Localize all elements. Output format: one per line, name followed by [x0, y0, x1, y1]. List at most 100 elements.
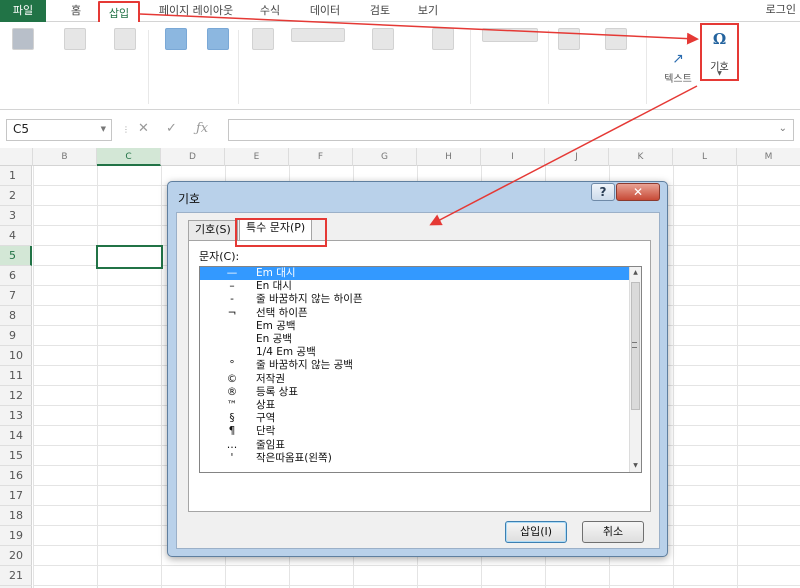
row-header[interactable]: 7	[0, 286, 32, 306]
character-name: 작은따옴표(왼쪽)	[256, 451, 332, 464]
ribbon-apps[interactable]	[205, 28, 231, 53]
ribbon-illustrations[interactable]	[162, 28, 190, 53]
list-item[interactable]: ' 작은따옴표(왼쪽)	[200, 452, 631, 465]
tab-formulas[interactable]: 수식	[252, 0, 288, 22]
row-header[interactable]: 20	[0, 546, 32, 566]
column-header[interactable]: G	[353, 148, 417, 166]
login-link[interactable]: 로그인	[766, 0, 796, 20]
ribbon-sparklines[interactable]	[480, 28, 540, 45]
list-item[interactable]: ¶ 단락	[200, 425, 631, 438]
row-header[interactable]: 2	[0, 186, 32, 206]
tab-data[interactable]: 데이터	[302, 0, 348, 22]
row-header[interactable]: 11	[0, 366, 32, 386]
character-glyph: ®	[226, 385, 238, 398]
chevron-down-icon[interactable]: ▼	[101, 125, 106, 133]
column-header[interactable]: E	[225, 148, 289, 166]
select-all-corner[interactable]	[0, 148, 33, 166]
pivot-chart-icon	[372, 28, 394, 50]
list-item[interactable]: ™ 상표	[200, 399, 631, 412]
formula-input[interactable]: ⌄	[228, 119, 794, 141]
row-header[interactable]: 21	[0, 566, 32, 586]
list-item[interactable]: - 줄 바꿈하지 않는 하이픈	[200, 293, 631, 306]
tab-view[interactable]: 보기	[410, 0, 446, 22]
character-glyph: -	[230, 293, 234, 306]
ribbon-chart-types[interactable]	[288, 28, 348, 45]
column-header[interactable]: D	[161, 148, 225, 166]
column-header[interactable]: C	[97, 148, 161, 166]
help-button[interactable]: ?	[591, 183, 615, 201]
scroll-up-icon[interactable]: ▲	[630, 267, 641, 279]
row-header[interactable]: 6	[0, 266, 32, 286]
function-icon[interactable]: ƒx	[196, 121, 208, 136]
column-header[interactable]: B	[33, 148, 97, 166]
row-header[interactable]: 18	[0, 506, 32, 526]
ribbon-text-button[interactable]: ↗ 텍스트	[658, 48, 698, 85]
list-item[interactable]: ¬ 선택 하이픈	[200, 307, 631, 320]
ribbon-hyperlink[interactable]	[596, 28, 636, 53]
ribbon-filters[interactable]	[556, 28, 582, 53]
insert-button[interactable]: 삽입(I)	[505, 521, 567, 543]
list-item[interactable]: ® 등록 상표	[200, 386, 631, 399]
ribbon-symbol-button[interactable]: Ω 기호 ▼	[700, 23, 739, 81]
list-item[interactable]: — Em 대시	[200, 267, 631, 281]
row-header[interactable]: 3	[0, 206, 32, 226]
list-item[interactable]: § 구역	[200, 412, 631, 425]
cancel-icon[interactable]: ✕	[138, 121, 149, 136]
scroll-down-icon[interactable]: ▼	[630, 460, 641, 472]
list-item[interactable]: © 저작권	[200, 373, 631, 386]
row-header[interactable]: 12	[0, 386, 32, 406]
column-header[interactable]: F	[289, 148, 353, 166]
character-name: Em 대시	[256, 267, 296, 279]
list-item[interactable]: ° 줄 바꿈하지 않는 공백	[200, 359, 631, 372]
character-name: En 공백	[256, 333, 292, 345]
row-header[interactable]: 19	[0, 526, 32, 546]
row-header[interactable]: 9	[0, 326, 32, 346]
column-header[interactable]: M	[737, 148, 800, 166]
row-header[interactable]: 17	[0, 486, 32, 506]
ribbon-pivot-chart[interactable]	[368, 28, 398, 53]
tab-page-layout[interactable]: 페이지 레이아웃	[150, 0, 242, 22]
row-header[interactable]: 15	[0, 446, 32, 466]
active-cell[interactable]	[96, 245, 163, 269]
tab-symbols[interactable]: 기호(S)	[188, 220, 238, 240]
tab-review[interactable]: 검토	[362, 0, 398, 22]
cancel-button[interactable]: 취소	[582, 521, 644, 543]
ribbon-power-view[interactable]	[428, 28, 458, 53]
column-header[interactable]: H	[417, 148, 481, 166]
row-header[interactable]: 8	[0, 306, 32, 326]
row-header[interactable]: 10	[0, 346, 32, 366]
tab-home[interactable]: 홈	[62, 0, 90, 22]
name-box[interactable]: C5 ▼	[6, 119, 112, 141]
row-header[interactable]: 5	[0, 246, 32, 266]
tab-file[interactable]: 파일	[0, 0, 46, 22]
row-header[interactable]: 16	[0, 466, 32, 486]
ribbon-separator	[548, 30, 549, 104]
chevron-down-icon[interactable]: ⌄	[779, 123, 787, 134]
ribbon-separator	[470, 30, 471, 104]
table-icon	[114, 28, 136, 50]
listbox-scrollbar[interactable]: ▲ ▼	[629, 267, 641, 472]
row-header[interactable]: 13	[0, 406, 32, 426]
ribbon-recommended-charts[interactable]	[250, 28, 276, 53]
list-item[interactable]: En 공백	[200, 333, 631, 346]
row-header[interactable]: 1	[0, 166, 32, 186]
scroll-grip-icon	[632, 342, 637, 348]
column-header[interactable]: K	[609, 148, 673, 166]
column-header[interactable]: J	[545, 148, 609, 166]
column-header[interactable]: I	[481, 148, 545, 166]
enter-icon[interactable]: ✓	[166, 121, 177, 136]
list-item[interactable]: Em 공백	[200, 320, 631, 333]
close-button[interactable]: ✕	[616, 183, 660, 201]
list-item[interactable]: – En 대시	[200, 280, 631, 293]
list-item[interactable]: … 줄임표	[200, 439, 631, 452]
ribbon-separator	[646, 30, 647, 104]
ribbon-pivot-table[interactable]	[10, 28, 36, 53]
column-header[interactable]: L	[673, 148, 737, 166]
ribbon-table[interactable]	[112, 28, 138, 53]
row-header[interactable]: 14	[0, 426, 32, 446]
row-header[interactable]: 4	[0, 226, 32, 246]
ribbon-recommended-pivot[interactable]	[60, 28, 90, 53]
list-item[interactable]: 1/4 Em 공백	[200, 346, 631, 359]
characters-listbox[interactable]: — Em 대시 – En 대시 - 줄 바꿈하지 않는 하이픈 ¬ 선택 하이픈 Em 공백 En…	[199, 266, 642, 473]
dialog-title: 기호	[178, 192, 201, 206]
